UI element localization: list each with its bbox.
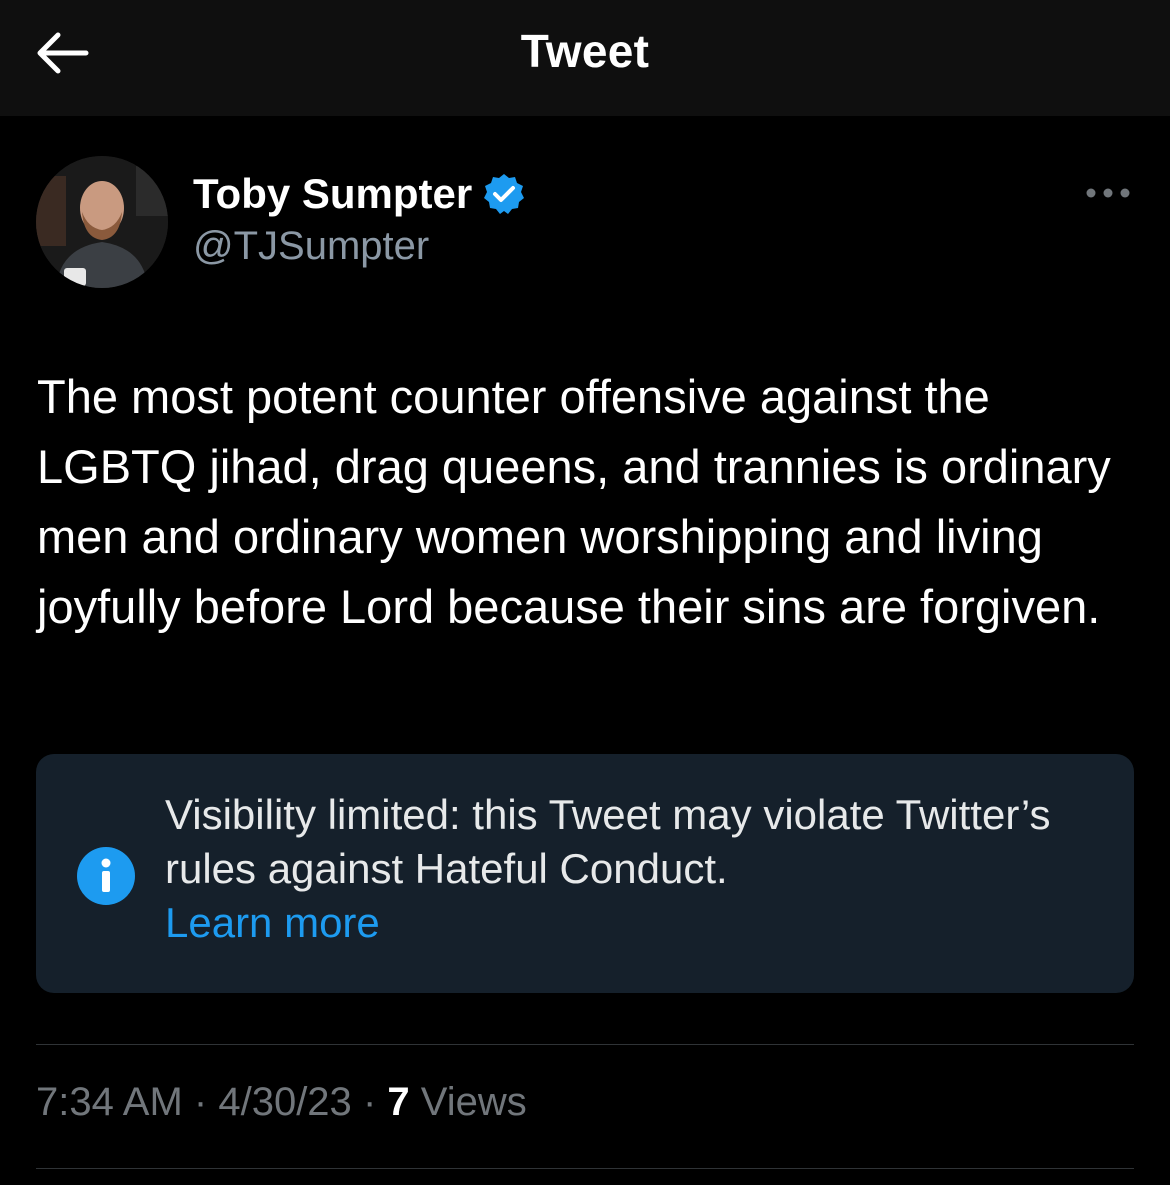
meta-separator: · [193,1080,208,1124]
notice-message: Visibility limited: this Tweet may viola… [165,791,1051,892]
avatar-image [36,156,168,288]
page-title: Tweet [520,25,650,77]
divider [36,1168,1134,1169]
views-count: 7 [387,1080,410,1124]
more-horizontal-icon [1086,188,1130,198]
tweet-date[interactable]: 4/30/23 [218,1080,351,1124]
author-name-row: Toby Sumpter [193,166,526,222]
meta-separator: · [362,1080,377,1124]
visibility-notice: Visibility limited: this Tweet may viola… [36,754,1134,993]
avatar[interactable] [36,156,168,288]
tweet-text: The most potent counter offensive agains… [37,370,1111,633]
learn-more-link[interactable]: Learn more [165,896,380,950]
author-handle[interactable]: @TJSumpter [193,224,429,269]
display-name[interactable]: Toby Sumpter [193,170,472,218]
views-label: Views [420,1080,527,1124]
divider [36,1044,1134,1045]
more-options-button[interactable] [1080,176,1136,210]
tweet-time[interactable]: 7:34 AM [36,1080,183,1124]
info-icon [77,847,135,905]
verified-badge-icon [484,174,525,214]
top-bar: Tweet [0,0,1170,116]
tweet-meta: 7:34 AM · 4/30/23 · 7 Views [36,1080,527,1125]
